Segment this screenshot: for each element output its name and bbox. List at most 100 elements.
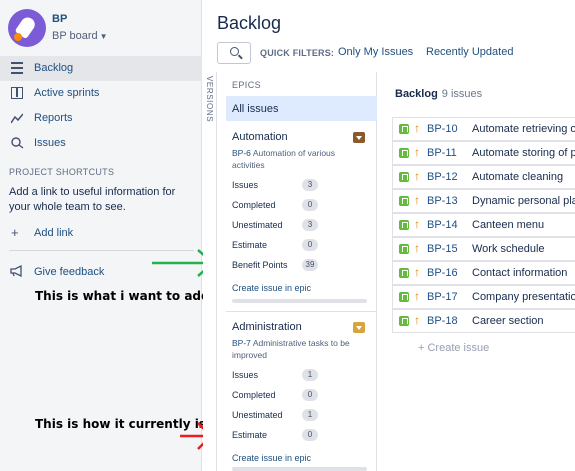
epic-description: BP-7 Administrative tasks to be improved [232, 337, 367, 361]
shortcuts-description: Add a link to useful information for you… [9, 186, 176, 213]
add-link-button[interactable]: + Add link [0, 223, 202, 243]
issue-key[interactable]: BP-10 [427, 123, 458, 135]
issue-summary: Career section [472, 315, 544, 327]
stat-label: Estimate [232, 430, 268, 440]
epic-separator [226, 311, 377, 312]
issue-key[interactable]: BP-11 [427, 147, 457, 159]
epic-description: BP-6 Automation of various activities [232, 147, 367, 171]
issue-row[interactable]: ↑ BP-14 Canteen menu [392, 213, 575, 237]
epic-key[interactable]: BP-6 [232, 148, 251, 158]
issue-summary: Work schedule [472, 243, 545, 255]
create-issue-in-epic-link[interactable]: Create issue in epic [232, 283, 311, 293]
issue-row[interactable]: ↑ BP-11 Automate storing of parc [392, 141, 575, 165]
stat-badge: 1 [302, 409, 318, 421]
issue-row[interactable]: ↑ BP-18 Career section [392, 309, 575, 333]
stat-badge: 1 [302, 369, 318, 381]
filter-only-my-issues[interactable]: Only My Issues [338, 46, 413, 58]
story-type-icon [399, 124, 409, 134]
chevron-down-icon: ▼ [99, 32, 108, 41]
page-title: Backlog [217, 13, 282, 33]
megaphone-icon [10, 264, 24, 280]
priority-high-arrow-icon: ↑ [414, 193, 420, 207]
epic-all-issues[interactable]: All issues [226, 96, 377, 121]
issue-key[interactable]: BP-17 [427, 291, 458, 303]
issue-summary: Automate storing of parc [472, 147, 575, 159]
story-type-icon [399, 220, 409, 230]
stat-badge: 0 [302, 199, 318, 211]
give-feedback-label: Give feedback [34, 266, 105, 278]
priority-high-arrow-icon: ↑ [414, 265, 420, 279]
issue-key[interactable]: BP-14 [427, 219, 458, 231]
sidebar-item-label: Issues [34, 137, 66, 149]
epic-stat-benefit-points: Benefit Points 39 [232, 259, 324, 273]
sidebar-item-reports[interactable]: Reports [0, 106, 202, 131]
filter-recently-updated[interactable]: Recently Updated [426, 46, 513, 58]
priority-high-arrow-icon: ↑ [414, 241, 420, 255]
issue-key[interactable]: BP-15 [427, 243, 458, 255]
priority-high-arrow-icon: ↑ [414, 217, 420, 231]
priority-high-arrow-icon: ↑ [414, 145, 420, 159]
epic-stat-issues: Issues 1 [232, 369, 324, 383]
issue-summary: Company presentation [472, 291, 575, 303]
stat-label: Completed [232, 200, 276, 210]
issue-row[interactable]: ↑ BP-13 Dynamic personal planni [392, 189, 575, 213]
story-type-icon [399, 196, 409, 206]
story-type-icon [399, 316, 409, 326]
versions-tab[interactable]: VERSIONS [203, 72, 217, 471]
project-avatar[interactable] [8, 9, 46, 47]
stat-label: Issues [232, 180, 259, 190]
add-link-label: Add link [34, 227, 74, 239]
story-type-icon [399, 172, 409, 182]
active-sprints-icon [11, 87, 23, 99]
sidebar-item-backlog[interactable]: Backlog [0, 56, 202, 81]
story-type-icon [399, 292, 409, 302]
epic-menu-dropdown[interactable] [353, 322, 365, 333]
reports-icon [10, 112, 24, 124]
create-issue-in-epic-link[interactable]: Create issue in epic [232, 453, 311, 463]
create-issue-button[interactable]: + Create issue [418, 342, 489, 354]
versions-tab-label: VERSIONS [205, 76, 214, 123]
issue-row[interactable]: ↑ BP-15 Work schedule [392, 237, 575, 261]
search-icon-handle [238, 54, 243, 60]
issue-row[interactable]: ↑ BP-12 Automate cleaning [392, 165, 575, 189]
issue-row[interactable]: ↑ BP-17 Company presentation [392, 285, 575, 309]
sidebar-item-label: Backlog [34, 62, 74, 74]
rocket-flame-icon [14, 33, 22, 41]
priority-high-arrow-icon: ↑ [414, 313, 420, 327]
issue-key[interactable]: BP-13 [427, 195, 458, 207]
issue-key[interactable]: BP-16 [427, 267, 458, 279]
issue-summary: Automate retrieving of pa [472, 123, 575, 135]
issue-row[interactable]: ↑ BP-16 Contact information [392, 261, 575, 285]
epic-menu-dropdown[interactable] [353, 132, 365, 143]
priority-high-arrow-icon: ↑ [414, 289, 420, 303]
issue-summary: Contact information [472, 267, 568, 279]
sidebar-item-active-sprints[interactable]: Active sprints [0, 81, 202, 106]
backlog-issue-count: 9 issues [441, 88, 483, 100]
sidebar: BP BP board ▼ Backlog Active sprints Repo… [0, 0, 202, 471]
stat-badge: 0 [302, 429, 318, 441]
story-type-icon [399, 268, 409, 278]
issue-row[interactable]: ↑ BP-10 Automate retrieving of pa [392, 117, 575, 141]
issue-summary: Canteen menu [472, 219, 545, 231]
stat-badge: 39 [302, 259, 318, 271]
backlog-title: Backlog [395, 88, 438, 100]
epic-key[interactable]: BP-7 [232, 338, 251, 348]
project-name[interactable]: BP [52, 13, 67, 25]
stat-badge: 0 [302, 239, 318, 251]
board-selector[interactable]: BP board ▼ [52, 30, 108, 42]
stat-label: Estimate [232, 240, 268, 250]
epic-progress-bar [232, 299, 367, 303]
backlog-icon [11, 62, 23, 74]
plus-icon: + [11, 225, 19, 240]
sidebar-item-issues[interactable]: Issues [0, 131, 202, 156]
sidebar-item-label: Active sprints [34, 87, 100, 99]
search-button[interactable] [217, 42, 251, 64]
issue-summary: Automate cleaning [472, 171, 564, 183]
issue-key[interactable]: BP-12 [427, 171, 458, 183]
epic-stat-issues: Issues 3 [232, 179, 324, 193]
annotation-want: This is what i want to add [35, 289, 210, 303]
sidebar-item-label: Reports [34, 112, 73, 124]
priority-high-arrow-icon: ↑ [414, 121, 420, 135]
issue-key[interactable]: BP-18 [427, 315, 458, 327]
epic-stat-estimate: Estimate 0 [232, 429, 324, 443]
